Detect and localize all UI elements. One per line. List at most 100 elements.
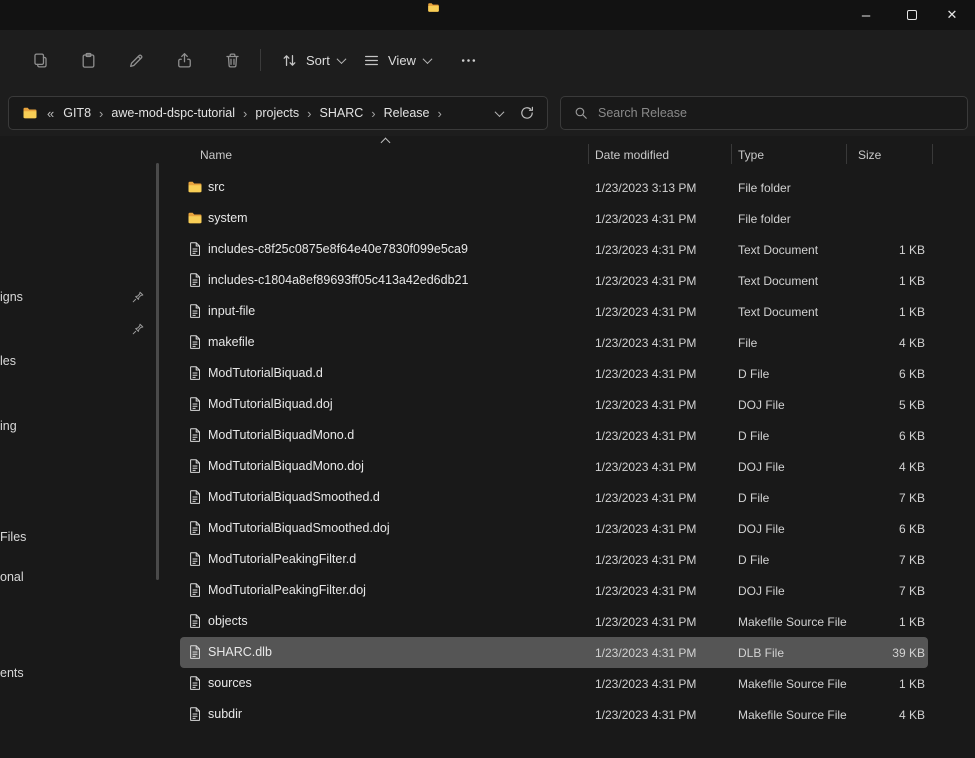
close-button[interactable]: ✕ <box>929 0 975 30</box>
file-row[interactable]: src 1/23/2023 3:13 PM File folder <box>180 172 928 203</box>
file-name: ModTutorialBiquadSmoothed.d <box>208 490 380 504</box>
file-icon <box>187 334 203 350</box>
address-bar[interactable]: « GIT8 › awe-mod-dspc-tutorial › project… <box>8 96 548 130</box>
column-header-type[interactable]: Type <box>738 148 764 162</box>
sidebar-item-ents[interactable]: ents <box>0 666 24 680</box>
file-row[interactable]: ModTutorialBiquadMono.d 1/23/2023 4:31 P… <box>180 420 928 451</box>
breadcrumb-separator: › <box>238 106 252 121</box>
file-name: ModTutorialPeakingFilter.doj <box>208 583 366 597</box>
file-row[interactable]: ModTutorialBiquadSmoothed.d 1/23/2023 4:… <box>180 482 928 513</box>
breadcrumb-separator: › <box>302 106 316 121</box>
sort-ascending-caret-icon <box>381 138 391 148</box>
file-icon <box>187 427 203 443</box>
paste-icon <box>80 52 97 69</box>
minimize-button[interactable]: – <box>843 0 889 30</box>
file-size: 6 KB <box>820 429 925 443</box>
copy-button[interactable] <box>20 43 60 77</box>
file-type: Text Document <box>738 305 818 319</box>
file-type: File folder <box>738 212 791 226</box>
rename-button[interactable] <box>116 43 156 77</box>
toolbar-separator <box>260 49 261 71</box>
minimize-glyph: – <box>862 7 870 24</box>
column-divider[interactable] <box>731 144 732 164</box>
file-row[interactable]: ModTutorialBiquad.d 1/23/2023 4:31 PM D … <box>180 358 928 389</box>
file-date: 1/23/2023 4:31 PM <box>595 615 696 629</box>
file-size: 4 KB <box>820 708 925 722</box>
share-button[interactable] <box>164 43 204 77</box>
file-row[interactable]: ModTutorialBiquadSmoothed.doj 1/23/2023 … <box>180 513 928 544</box>
file-row[interactable]: includes-c1804a8ef89693ff05c413a42ed6db2… <box>180 265 928 296</box>
sort-label: Sort <box>306 53 330 68</box>
file-icon <box>187 489 203 505</box>
file-row[interactable]: includes-c8f25c0875e8f64e40e7830f099e5ca… <box>180 234 928 265</box>
sidebar-item-files[interactable]: Files <box>0 530 26 544</box>
file-row[interactable]: ModTutorialBiquad.doj 1/23/2023 4:31 PM … <box>180 389 928 420</box>
file-size: 4 KB <box>820 336 925 350</box>
column-divider[interactable] <box>588 144 589 164</box>
file-name: includes-c8f25c0875e8f64e40e7830f099e5ca… <box>208 242 468 256</box>
column-header-date-modified[interactable]: Date modified <box>595 148 669 162</box>
breadcrumb-sharc[interactable]: SHARC <box>317 106 367 120</box>
file-row[interactable]: subdir 1/23/2023 4:31 PM Makefile Source… <box>180 699 928 730</box>
file-date: 1/23/2023 4:31 PM <box>595 243 696 257</box>
column-divider[interactable] <box>932 144 933 164</box>
sidebar-item-les[interactable]: les <box>0 354 16 368</box>
column-header-name[interactable]: Name <box>200 148 232 162</box>
breadcrumb-projects[interactable]: projects <box>252 106 302 120</box>
file-name: ModTutorialBiquadMono.d <box>208 428 354 442</box>
file-row[interactable]: ModTutorialPeakingFilter.d 1/23/2023 4:3… <box>180 544 928 575</box>
sort-button[interactable]: Sort <box>270 43 356 77</box>
file-name: system <box>208 211 248 225</box>
refresh-icon[interactable] <box>519 105 535 121</box>
file-row[interactable]: ModTutorialBiquadMono.doj 1/23/2023 4:31… <box>180 451 928 482</box>
view-button[interactable]: View <box>352 43 442 77</box>
file-row[interactable]: input-file 1/23/2023 4:31 PM Text Docume… <box>180 296 928 327</box>
file-row[interactable]: system 1/23/2023 4:31 PM File folder <box>180 203 928 234</box>
search-box[interactable] <box>560 96 968 130</box>
file-icon <box>187 706 203 722</box>
file-row[interactable]: objects 1/23/2023 4:31 PM Makefile Sourc… <box>180 606 928 637</box>
column-header-size[interactable]: Size <box>858 148 881 162</box>
file-date: 1/23/2023 4:31 PM <box>595 460 696 474</box>
more-options-button[interactable] <box>448 43 488 77</box>
file-date: 1/23/2023 4:31 PM <box>595 212 696 226</box>
file-icon <box>187 675 203 691</box>
file-type: D File <box>738 429 769 443</box>
file-type: DOJ File <box>738 584 785 598</box>
file-name: src <box>208 180 225 194</box>
file-name: ModTutorialBiquad.d <box>208 366 323 380</box>
search-icon <box>574 106 588 120</box>
breadcrumb-release[interactable]: Release <box>381 106 433 120</box>
file-row-selected[interactable]: SHARC.dlb 1/23/2023 4:31 PM DLB File 39 … <box>180 637 928 668</box>
sidebar-item-onal[interactable]: onal <box>0 570 24 584</box>
toolbar: Sort View <box>0 30 975 90</box>
file-type: DLB File <box>738 646 784 660</box>
breadcrumb-overflow[interactable]: « <box>47 106 54 121</box>
chevron-down-icon <box>423 54 433 64</box>
file-row[interactable]: sources 1/23/2023 4:31 PM Makefile Sourc… <box>180 668 928 699</box>
delete-button[interactable] <box>212 43 252 77</box>
file-row[interactable]: ModTutorialPeakingFilter.doj 1/23/2023 4… <box>180 575 928 606</box>
sidebar-item-igns[interactable]: igns <box>0 290 23 304</box>
file-name: includes-c1804a8ef89693ff05c413a42ed6db2… <box>208 273 468 287</box>
column-divider[interactable] <box>846 144 847 164</box>
sidebar-item-ing[interactable]: ing <box>0 419 17 433</box>
file-date: 1/23/2023 4:31 PM <box>595 584 696 598</box>
file-size: 6 KB <box>820 522 925 536</box>
address-dropdown-chevron-icon[interactable] <box>495 107 505 117</box>
search-input[interactable] <box>598 106 954 120</box>
breadcrumb-git8[interactable]: GIT8 <box>60 106 94 120</box>
copy-icon <box>32 52 49 69</box>
file-type: D File <box>738 491 769 505</box>
file-date: 1/23/2023 4:31 PM <box>595 274 696 288</box>
title-bar[interactable]: – ✕ <box>0 0 975 30</box>
file-row[interactable]: makefile 1/23/2023 4:31 PM File 4 KB <box>180 327 928 358</box>
pin-icon <box>131 322 145 336</box>
file-date: 1/23/2023 4:31 PM <box>595 708 696 722</box>
file-size: 1 KB <box>820 274 925 288</box>
file-icon <box>187 241 203 257</box>
file-size: 5 KB <box>820 398 925 412</box>
breadcrumb-awe-mod-dspc-tutorial[interactable]: awe-mod-dspc-tutorial <box>108 106 238 120</box>
sidebar-scrollbar[interactable] <box>156 163 159 580</box>
paste-button[interactable] <box>68 43 108 77</box>
